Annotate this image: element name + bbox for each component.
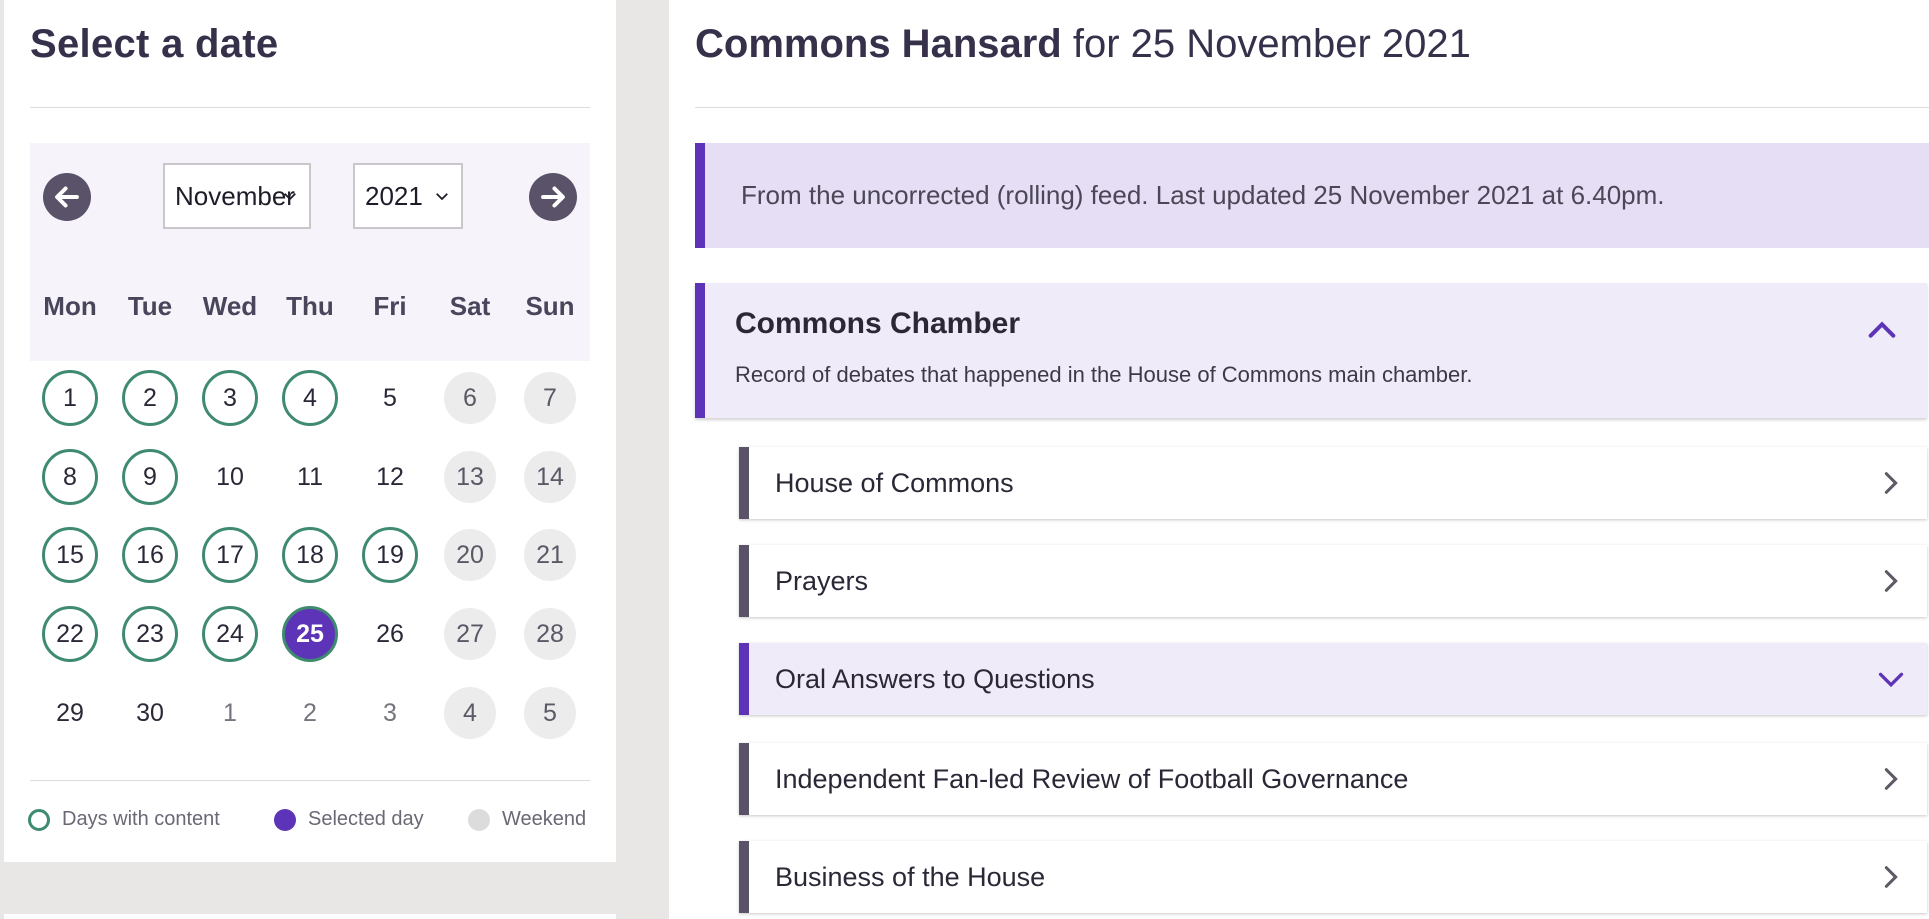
legend-item-weekend: Weekend [468,808,586,831]
calendar-day[interactable]: 6 [444,372,496,424]
commons-chamber-section[interactable]: Commons Chamber Record of debates that h… [695,283,1927,418]
calendar-day[interactable]: 28 [524,608,576,660]
weekday-label: Fri [373,291,407,321]
debate-item-label: Oral Answers to Questions [775,663,1095,694]
calendar-day[interactable]: 16 [122,527,178,583]
arrow-right-icon [541,186,565,208]
calendar-grid: 1 2 3 4 5 6 7 8 9 10 11 12 13 14 15 16 17 18 19 20 21 22 23 24 2… [30,361,590,761]
calendar-header: November 2021 [30,143,590,251]
chevron-right-icon [1884,768,1898,790]
selected-day-indicator [274,808,296,831]
calendar-day[interactable]: 2 [122,370,178,426]
calendar-day[interactable]: 5 [362,370,418,426]
chevron-down-icon [284,193,296,201]
rolling-feed-notice: From the uncorrected (rolling) feed. Las… [695,143,1929,248]
chevron-down-icon [436,193,448,201]
hansard-panel: Commons Hansard for 25 November 2021 Fro… [669,0,1929,919]
calendar-day[interactable]: 20 [444,529,496,581]
date-picker-panel: Select a date November 2021 Mon Tue Wed … [4,0,616,862]
divider [30,107,590,108]
weekday-label: Mon [43,291,97,321]
legend-item-selected: Selected day [274,808,424,831]
calendar-day[interactable]: 4 [444,687,496,739]
calendar-day[interactable]: 8 [42,449,98,505]
calendar-day[interactable]: 30 [122,685,178,741]
chevron-up-icon[interactable] [1865,313,1899,347]
calendar-day[interactable]: 21 [524,529,576,581]
debate-item-label: House of Commons [775,467,1014,498]
debate-item-label: Business of the House [775,861,1046,892]
debate-item-label: Independent Fan-led Review of Football G… [775,763,1409,794]
calendar-day[interactable]: 26 [362,606,418,662]
calendar-day[interactable]: 12 [362,449,418,505]
calendar-day[interactable]: 1 [202,685,258,741]
calendar-legend: Days with content Selected day Weekend [28,808,608,838]
section-title: Commons Chamber [735,307,1021,340]
calendar-day-selected[interactable]: 25 [282,606,338,662]
page-title: Commons Hansard for 25 November 2021 [695,22,1471,67]
legend-label: Days with content [62,808,220,830]
debate-item-prayers[interactable]: Prayers [739,545,1927,617]
divider [695,107,1929,108]
weekend-day-indicator [468,808,490,831]
weekday-label: Wed [202,291,258,321]
weekday-label: Sat [449,291,491,321]
calendar-day[interactable]: 3 [362,685,418,741]
calendar-day[interactable]: 17 [202,527,258,583]
calendar-day[interactable]: 29 [42,685,98,741]
page-title-date: for 25 November 2021 [1061,22,1471,66]
divider [30,780,590,781]
arrow-left-icon [55,186,79,208]
calendar-day[interactable]: 5 [524,687,576,739]
chevron-down-icon [1878,672,1904,688]
debate-item-label: Prayers [775,565,869,596]
calendar-day[interactable]: 24 [202,606,258,662]
year-select[interactable]: 2021 [353,163,463,229]
calendar-day[interactable]: 2 [282,685,338,741]
legend-item-content: Days with content [28,808,220,831]
panel-edge [4,914,616,919]
page-title-bold: Commons Hansard [695,22,1062,66]
section-description: Record of debates that happened in the H… [735,362,1473,387]
legend-label: Selected day [308,808,424,830]
weekday-label: Tue [127,291,173,321]
calendar-day[interactable]: 27 [444,608,496,660]
calendar-day[interactable]: 22 [42,606,98,662]
calendar-day[interactable]: 1 [42,370,98,426]
chevron-right-icon [1884,570,1898,592]
weekday-label: Sun [525,291,575,321]
month-select-value: November [175,180,295,211]
calendar-day[interactable]: 23 [122,606,178,662]
calendar-day[interactable]: 15 [42,527,98,583]
calendar-day[interactable]: 10 [202,449,258,505]
notice-text: From the uncorrected (rolling) feed. Las… [741,180,1665,210]
calendar-day[interactable]: 3 [202,370,258,426]
date-picker-title: Select a date [30,22,279,66]
previous-month-button[interactable] [43,173,91,221]
calendar-day[interactable]: 14 [524,451,576,503]
debate-item-house-of-commons[interactable]: House of Commons [739,447,1927,519]
legend-label: Weekend [502,808,587,830]
chevron-right-icon [1884,866,1898,888]
content-day-indicator [28,808,50,831]
month-select[interactable]: November [163,163,311,229]
calendar-day[interactable]: 9 [122,449,178,505]
calendar-day[interactable]: 4 [282,370,338,426]
calendar-day[interactable]: 11 [282,449,338,505]
chevron-right-icon [1884,472,1898,494]
calendar-day[interactable]: 13 [444,451,496,503]
weekday-header-row: Mon Tue Wed Thu Fri Sat Sun [30,251,590,361]
next-month-button[interactable] [529,173,577,221]
debate-item-football-governance[interactable]: Independent Fan-led Review of Football G… [739,743,1927,815]
debate-item-oral-answers[interactable]: Oral Answers to Questions [739,643,1927,715]
debate-item-business-of-the-house[interactable]: Business of the House [739,841,1927,913]
weekday-label: Thu [286,291,334,321]
calendar-day[interactable]: 7 [524,372,576,424]
calendar-day[interactable]: 19 [362,527,418,583]
calendar-day[interactable]: 18 [282,527,338,583]
year-select-value: 2021 [365,180,423,211]
